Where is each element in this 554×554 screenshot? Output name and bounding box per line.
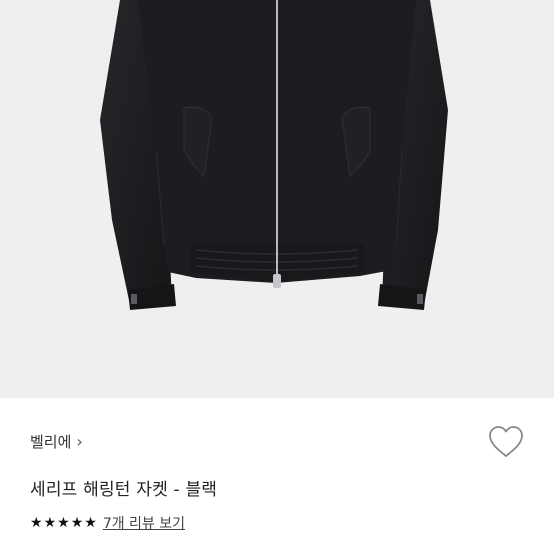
star-icon: ★ <box>70 515 84 531</box>
star-icon: ★ <box>57 515 70 531</box>
jacket-illustration <box>100 0 448 310</box>
review-count-link[interactable]: 7개 리뷰 보기 <box>103 513 185 533</box>
product-info: 벨리에 › 세리프 해링턴 자켓 - 블랙 ★ ★ ★ ★ ★ 7개 리뷰 보기 <box>0 398 554 554</box>
star-icon: ★ <box>84 515 97 531</box>
heart-outline-icon[interactable] <box>488 425 524 459</box>
brand-name: 벨리에 <box>30 433 72 451</box>
star-icon: ★ <box>30 515 43 531</box>
rating-row: ★ ★ ★ ★ ★ 7개 리뷰 보기 <box>30 513 185 533</box>
product-image[interactable] <box>0 0 554 398</box>
chevron-right-icon: › <box>76 431 83 451</box>
star-icon: ★ <box>43 515 57 531</box>
brand-link[interactable]: 벨리에 › <box>30 431 83 452</box>
product-title: 세리프 해링턴 자켓 - 블랙 <box>30 480 218 500</box>
star-rating: ★ ★ ★ ★ ★ <box>30 516 97 530</box>
